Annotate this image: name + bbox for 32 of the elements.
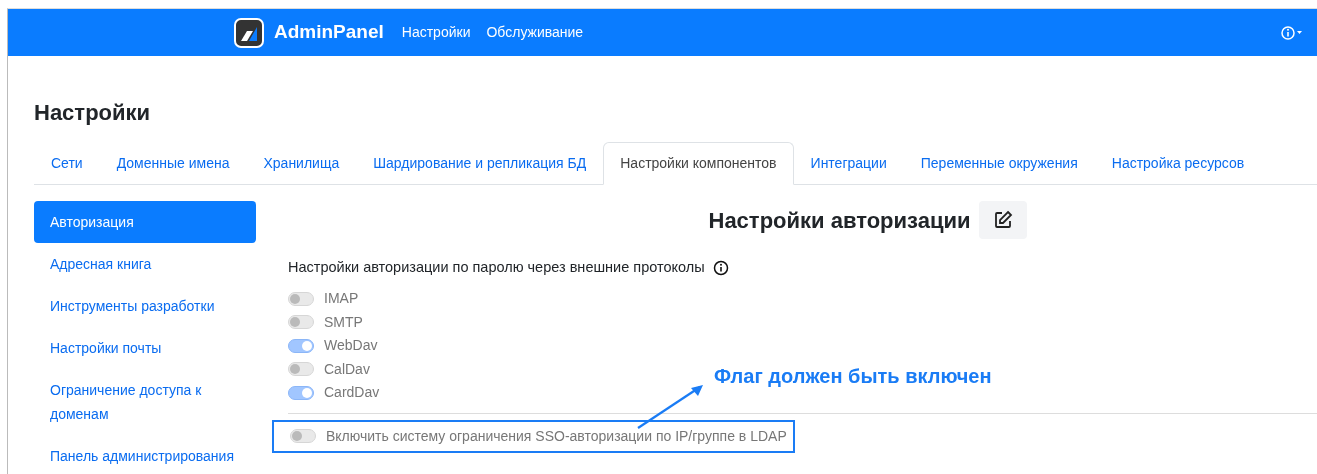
tab[interactable]: Настройки компонентов <box>603 142 794 186</box>
toggle-label: CardDav <box>324 383 380 403</box>
toggle-label: Включить систему ограничения SSO-авторизации по IP/группе в LDAP <box>326 426 787 446</box>
edit-button[interactable] <box>978 201 1027 240</box>
info-menu-button[interactable] <box>1281 24 1303 41</box>
tab[interactable]: Переменные окружения <box>903 142 1095 186</box>
edit-icon <box>992 210 1013 231</box>
section-title: Настройки авторизации <box>708 206 971 235</box>
nav-link[interactable]: Обслуживание <box>486 22 584 43</box>
tab[interactable]: Шардирование и репликация БД <box>356 142 604 186</box>
group-label: Настройки авторизации по паролю через внешние протоколы <box>288 258 705 278</box>
brand-name[interactable]: AdminPanel <box>274 18 384 47</box>
tab[interactable]: Сети <box>34 142 100 186</box>
sidebar-item[interactable]: Настройки почты <box>34 327 256 370</box>
nav-link[interactable]: Настройки <box>401 22 471 43</box>
info-icon[interactable] <box>712 260 729 277</box>
toggle-label: WebDav <box>324 336 378 356</box>
toggle-label: IMAP <box>324 289 359 309</box>
page-title: Настройки <box>34 100 152 127</box>
tab[interactable]: Хранилища <box>246 142 357 186</box>
sidebar-item[interactable]: Адресная книга <box>34 243 256 286</box>
tab[interactable]: Интеграции <box>793 142 904 186</box>
sidebar-item[interactable]: Авторизация <box>34 201 256 244</box>
sidebar-item[interactable]: Ограничение доступа к доменам <box>34 369 256 436</box>
toggle-label: SMTP <box>324 312 363 332</box>
tab[interactable]: Доменные имена <box>99 142 247 186</box>
sidebar-item[interactable]: Панель администрирования <box>34 435 256 474</box>
toggle-label: CalDav <box>324 359 370 379</box>
logo-icon[interactable] <box>234 17 264 48</box>
sidebar-item[interactable]: Инструменты разработки <box>34 285 256 328</box>
tab[interactable]: Настройка ресурсов <box>1094 142 1262 186</box>
annotation-text: Флаг должен быть включен <box>714 364 992 389</box>
